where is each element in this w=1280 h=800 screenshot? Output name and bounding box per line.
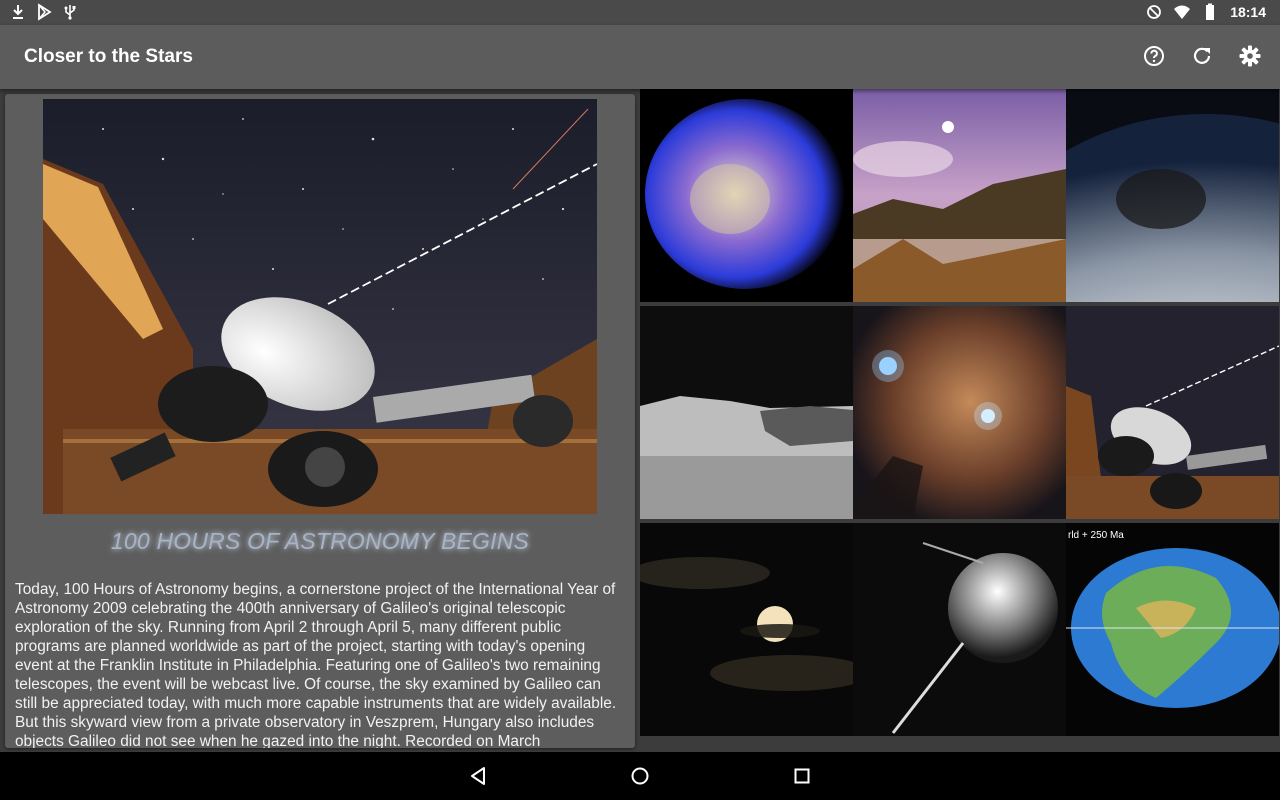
article-hero-image — [43, 99, 597, 514]
download-icon — [13, 5, 23, 19]
article-detail-card[interactable]: 100 HOURS OF ASTRONOMY BEGINS Today, 100… — [5, 94, 635, 748]
thumbnail-pelican-nebula[interactable] — [853, 306, 1066, 519]
thumbnail-moon-clouds[interactable] — [640, 523, 853, 736]
pangea-map-label: rld + 250 Ma — [1068, 530, 1124, 541]
article-headline: 100 HOURS OF ASTRONOMY BEGINS — [110, 528, 530, 554]
play-store-icon — [38, 3, 52, 21]
app-title: Closer to the Stars — [24, 46, 193, 67]
back-icon[interactable] — [466, 764, 490, 788]
thumbnail-lunar-surface[interactable] — [640, 306, 853, 519]
home-icon[interactable] — [628, 764, 652, 788]
usb-icon — [64, 5, 76, 20]
thumbnail-telescope[interactable] — [1066, 306, 1279, 519]
thumbnail-eclipse-earth[interactable] — [1066, 89, 1279, 302]
app-bar: Closer to the Stars — [0, 25, 1280, 89]
system-nav-bar — [0, 752, 1280, 800]
content-area: 100 HOURS OF ASTRONOMY BEGINS Today, 100… — [0, 89, 1280, 752]
thumbnail-supernova[interactable] — [640, 89, 853, 302]
thumbnail-pangea-map[interactable]: rld + 250 Ma — [1066, 523, 1279, 736]
thumbnail-grid: rld + 250 Ma — [640, 89, 1280, 752]
status-bar: 18:14 — [0, 0, 1280, 25]
battery-icon — [1206, 3, 1215, 20]
settings-icon[interactable] — [1238, 44, 1262, 68]
thumbnail-sputnik[interactable] — [853, 523, 1066, 736]
article-body: Today, 100 Hours of Astronomy begins, a … — [15, 581, 617, 748]
thumbnail-alien-shore[interactable] — [853, 89, 1066, 302]
recents-icon[interactable] — [790, 764, 814, 788]
refresh-icon[interactable] — [1190, 44, 1214, 68]
wifi-icon — [1174, 5, 1191, 19]
help-icon[interactable] — [1142, 44, 1166, 68]
do-not-disturb-icon — [1147, 5, 1162, 19]
clock: 18:14 — [1230, 4, 1266, 20]
